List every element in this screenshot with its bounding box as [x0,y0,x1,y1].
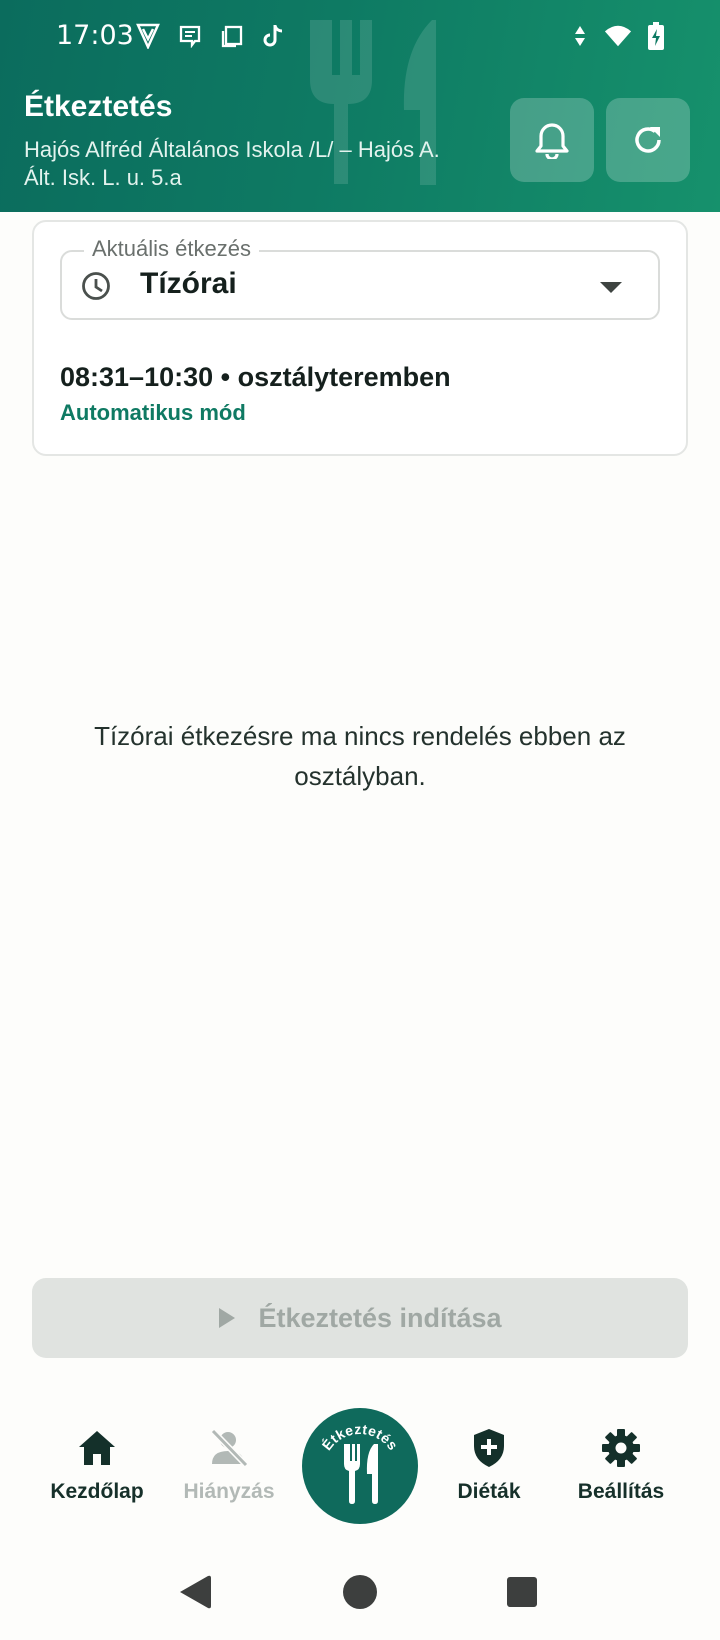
nav-item-absence[interactable]: Hiányzás [164,1426,294,1504]
copy-icon [218,22,246,50]
clock-icon [82,272,110,300]
system-navigation-bar [0,1560,720,1640]
nav-label-settings: Beállítás [577,1480,665,1503]
home-icon [79,1431,115,1465]
nav-label-meals: Étkeztetés [319,1421,401,1453]
empty-state-message: Tízórai étkezésre ma nincs rendelés ebbe… [94,721,626,791]
meal-time-location: 08:31–10:30 • osztályteremben [60,362,451,392]
meal-select[interactable]: Aktuális étkezés Tízórai [60,236,660,320]
nav-item-settings[interactable]: Beállítás [556,1426,686,1504]
meal-select-legend: Aktuális étkezés [84,236,259,262]
battery-charging-icon [642,22,670,50]
wifi-icon [604,22,632,50]
vpn-shield-icon [134,22,162,50]
shield-plus-icon [474,1429,504,1467]
status-time: 17:03 [56,20,134,51]
nav-label-diets: Diéták [457,1480,521,1503]
svg-text:Étkeztetés: Étkeztetés [319,1421,402,1453]
page-title: Étkeztetés [24,90,173,123]
home-circle-icon[interactable] [342,1574,378,1610]
chevron-down-icon [600,282,622,293]
start-meal-label: Étkeztetés indítása [258,1302,502,1333]
tiktok-icon [260,22,288,50]
recents-icon[interactable] [506,1576,538,1608]
meal-mode: Automatikus mód [60,400,246,425]
current-meal-card: Aktuális étkezés Tízórai 08:31–10:30 • o… [32,220,688,456]
data-transfer-icon [566,22,594,50]
message-icon [176,22,204,50]
back-icon[interactable] [178,1574,212,1610]
bell-icon [535,123,569,159]
status-bar: 17:03 [0,0,720,74]
nav-item-meals[interactable]: Étkeztetés [302,1408,418,1524]
start-meal-button[interactable]: Étkeztetés indítása [32,1278,688,1358]
nav-label-absence: Hiányzás [183,1480,275,1503]
notifications-button[interactable] [510,98,594,182]
gear-icon [602,1429,640,1467]
bottom-navigation: Kezdőlap Hiányzás Étkeztetés Diéták Beál… [0,1400,720,1530]
person-off-icon [210,1428,249,1468]
school-class-subtitle: Hajós Alfréd Általános Iskola /L/ – Hajó… [24,137,440,190]
fork-knife-icon: Étkeztetés [319,1421,402,1504]
nav-item-home[interactable]: Kezdőlap [32,1426,162,1504]
app-header: 17:03 Étkeztetés Hajós Alfréd Általános … [0,0,720,212]
play-icon [219,1308,236,1328]
refresh-icon [635,127,661,153]
selected-meal: Tízórai [140,267,237,300]
nav-label-home: Kezdőlap [50,1480,144,1503]
nav-item-diets[interactable]: Diéták [424,1426,554,1504]
refresh-button[interactable] [606,98,690,182]
